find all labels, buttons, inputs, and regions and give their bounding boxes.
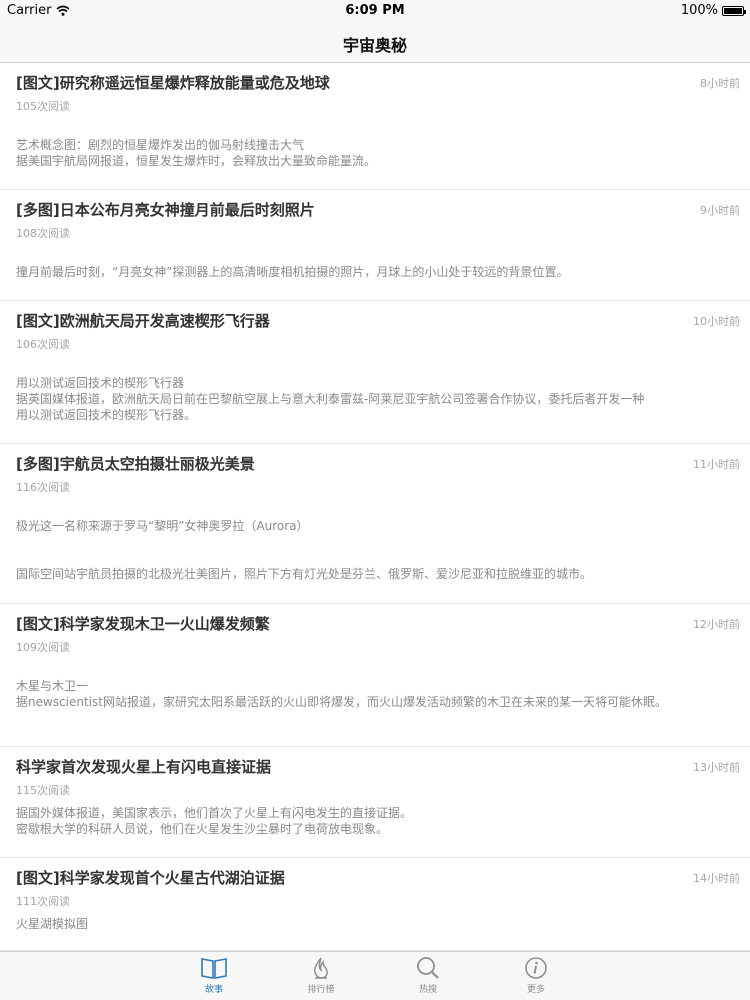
info-icon xyxy=(506,956,566,980)
article-summary-line: 艺术概念图：剧烈的恒星爆炸发出的伽马射线撞击大气 xyxy=(16,138,305,152)
article-title[interactable]: [图文]科学家发现木卫一火山爆发频繁 xyxy=(16,614,738,634)
article-summary-line: 据国外媒体报道，美国家表示，他们首次了火星上有闪电发生的直接证据。 xyxy=(16,806,413,820)
article-summary-line: 火星湖模拟图 xyxy=(16,917,89,931)
article-item[interactable]: 科学家首次发现火星上有闪电直接证据 13小时前 115次阅读据国外媒体报道，美国家表… xyxy=(0,747,750,858)
status-right: 100% xyxy=(680,3,746,18)
search-icon xyxy=(398,956,458,980)
article-read-count: 109次阅读 xyxy=(16,641,70,654)
status-time: 6:09 PM xyxy=(345,3,405,18)
article-summary-line: 用以测试返回技术的楔形飞行器 xyxy=(16,376,185,390)
battery-level xyxy=(724,7,742,14)
article-title[interactable]: [图文]研究称遥远恒星爆炸释放能量或危及地球 xyxy=(16,73,738,93)
article-item[interactable]: [图文]科学家发现首个火星古代湖泊证据 14小时前 111次阅读火星湖模拟图 xyxy=(0,858,750,951)
navigation-bar: 宇宙奥秘 xyxy=(0,22,750,63)
article-time: 14小时前 xyxy=(693,872,740,885)
article-time: 12小时前 xyxy=(693,618,740,631)
tab-book[interactable]: 故事 xyxy=(184,956,244,995)
article-summary-line: 据美国宇航局网报道，恒星发生爆炸时，会释放出大量致命能量流。 xyxy=(16,154,377,168)
article-read-count: 116次阅读 xyxy=(16,481,70,494)
article-summary-line: 据英国媒体报道，欧洲航天局日前在巴黎航空展上与意大利泰雷兹-阿莱尼亚宇航公司签署… xyxy=(16,392,645,406)
flame-icon xyxy=(291,956,351,980)
article-title[interactable]: [图文]科学家发现首个火星古代湖泊证据 xyxy=(16,868,738,888)
page-title: 宇宙奥秘 xyxy=(342,36,407,55)
article-time: 10小时前 xyxy=(693,315,740,328)
article-title[interactable]: [图文]欧洲航天局开发高速楔形飞行器 xyxy=(16,311,738,331)
tab-label: 更多 xyxy=(526,985,545,995)
article-summary-line: 木星与木卫一 xyxy=(16,679,89,693)
article-read-count: 111次阅读 xyxy=(16,895,70,908)
article-time: 11小时前 xyxy=(693,458,740,471)
article-item[interactable]: [图文]科学家发现木卫一火山爆发频繁 12小时前 109次阅读木星与木卫一据news… xyxy=(0,604,750,747)
tab-search[interactable]: 热搜 xyxy=(398,956,458,995)
article-title[interactable]: 科学家首次发现火星上有闪电直接证据 xyxy=(16,757,738,777)
article-title[interactable]: [多图]宇航员太空拍摄壮丽极光美景 xyxy=(16,454,738,474)
article-time: 13小时前 xyxy=(693,761,740,774)
article-item[interactable]: [多图]日本公布月亮女神撞月前最后时刻照片 9小时前 108次阅读撞月前最后时刻，“… xyxy=(0,190,750,301)
article-read-count: 108次阅读 xyxy=(16,227,70,240)
tab-flame[interactable]: 排行榜 xyxy=(291,956,351,995)
article-item[interactable]: [图文]研究称遥远恒星爆炸释放能量或危及地球 8小时前 105次阅读艺术概念图：剧烈… xyxy=(0,63,750,190)
article-summary-line: 极光这一名称来源于罗马“黎明”女神奥罗拉（Aurora） xyxy=(16,519,309,533)
article-time: 8小时前 xyxy=(700,77,740,90)
tab-label: 排行榜 xyxy=(307,985,335,995)
article-summary-line: 据newscientist网站报道，家研究太阳系最活跃的火山即将爆发，而火山爆发… xyxy=(16,695,667,709)
article-summary-line xyxy=(16,534,738,566)
book-icon xyxy=(184,956,244,980)
status-bar: Carrier 6:09 PM 100% xyxy=(0,0,750,22)
article-summary-line: 撞月前最后时刻，“月亮女神”探测器上的高清晰度相机拍摄的照片，月球上的小山处于较… xyxy=(16,265,569,279)
article-list[interactable]: [图文]研究称遥远恒星爆炸释放能量或危及地球 8小时前 105次阅读艺术概念图：剧烈… xyxy=(0,63,750,951)
article-time: 9小时前 xyxy=(700,204,740,217)
article-summary-line: 密歇根大学的科研人员说，他们在火星发生沙尘暴时了电荷放电现象。 xyxy=(16,822,389,836)
article-item[interactable]: [多图]宇航员太空拍摄壮丽极光美景 11小时前 116次阅读极光这一名称来源于罗马“… xyxy=(0,444,750,604)
battery-icon xyxy=(722,5,746,16)
article-read-count: 115次阅读 xyxy=(16,784,70,797)
tab-info[interactable]: 更多 xyxy=(506,956,566,995)
article-item[interactable]: [图文]欧洲航天局开发高速楔形飞行器 10小时前 106次阅读用以测试返回技术的楔形… xyxy=(0,301,750,444)
battery-percent: 100% xyxy=(680,3,718,18)
article-summary-line: 国际空间站宇航员拍摄的北极光壮美图片，照片下方有灯光处是芬兰、俄罗斯、爱沙尼亚和… xyxy=(16,567,593,581)
article-summary-line: 用以测试返回技术的楔形飞行器。 xyxy=(16,408,197,422)
tab-label: 热搜 xyxy=(418,985,437,995)
tab-label: 故事 xyxy=(204,985,223,995)
tab-bar: 故事 排行榜 热搜 更多 xyxy=(0,951,750,1000)
article-title[interactable]: [多图]日本公布月亮女神撞月前最后时刻照片 xyxy=(16,200,738,220)
article-read-count: 106次阅读 xyxy=(16,338,70,351)
article-read-count: 105次阅读 xyxy=(16,100,70,113)
